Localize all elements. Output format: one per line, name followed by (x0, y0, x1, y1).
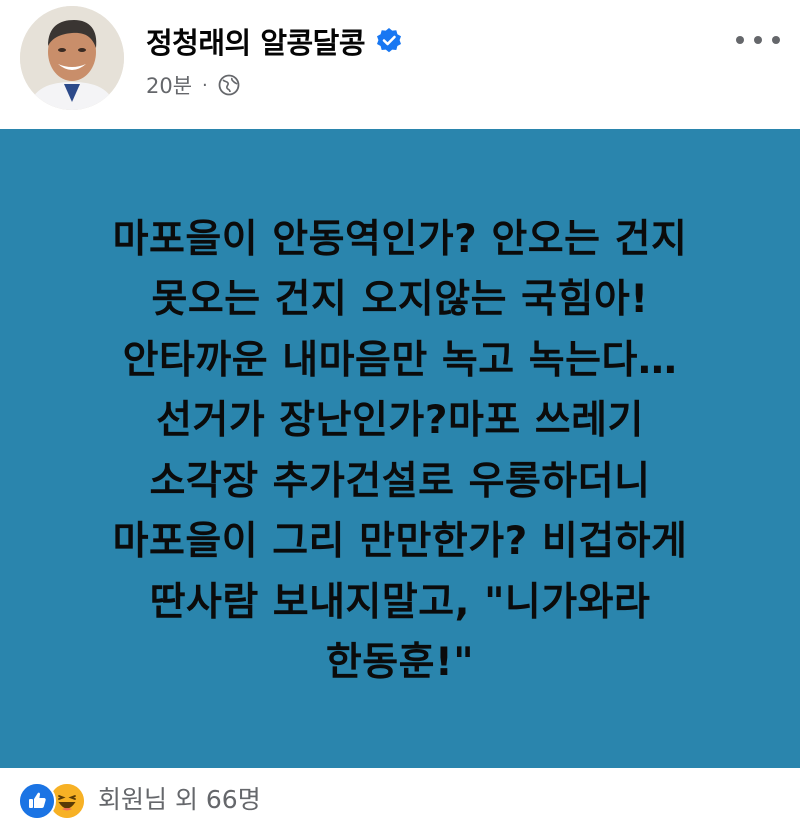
post-body-line: 마포을이 안동역인가? 안오는 건지 (112, 216, 688, 262)
post-body-line: 마포을이 그리 만만한가? 비겁하게 (112, 519, 688, 564)
post-body-line: 선거가 장난인가?마포 쓰레기 (156, 398, 644, 443)
author-name[interactable]: 정청래의 알콩달콩 (146, 20, 366, 62)
like-reaction-icon (18, 782, 56, 820)
reaction-icons (18, 778, 92, 820)
post-body-line: 딴사람 보내지말고, "니가와라 (149, 579, 651, 625)
post-body-line: 소각장 추가건설로 우롱하더니 (149, 458, 651, 504)
more-dot (754, 36, 762, 44)
post-time[interactable]: 20분 (146, 70, 192, 100)
post-body-line: 못오는 건지 오지않는 국힘아! (151, 277, 649, 322)
author-avatar[interactable] (20, 6, 124, 110)
post-body: 마포을이 안동역인가? 안오는 건지 못오는 건지 오지않는 국힘아! 안타까운… (20, 204, 780, 694)
verified-badge-icon (377, 28, 402, 53)
post-body-line: 한동훈!" (325, 640, 475, 685)
author-name-row: 정청래의 알콩달콩 (146, 20, 403, 62)
post-text-card[interactable]: 마포을이 안동역인가? 안오는 건지 못오는 건지 오지않는 국힘아! 안타까운… (0, 129, 800, 768)
more-dot (772, 36, 780, 44)
more-options-icon[interactable] (736, 30, 780, 50)
post-meta: 20분 · (146, 70, 240, 100)
post-header: 정청래의 알콩달콩 20분 · (0, 0, 800, 128)
meta-separator: · (202, 74, 208, 96)
more-dot (736, 36, 744, 44)
globe-icon[interactable] (218, 74, 240, 96)
post-body-line: 안타까운 내마음만 녹고 녹는다… (122, 337, 678, 383)
avatar-photo (20, 6, 124, 110)
reactions-bar[interactable]: 회원님 외 66명 (18, 776, 261, 820)
reaction-summary[interactable]: 회원님 외 66명 (98, 780, 261, 816)
